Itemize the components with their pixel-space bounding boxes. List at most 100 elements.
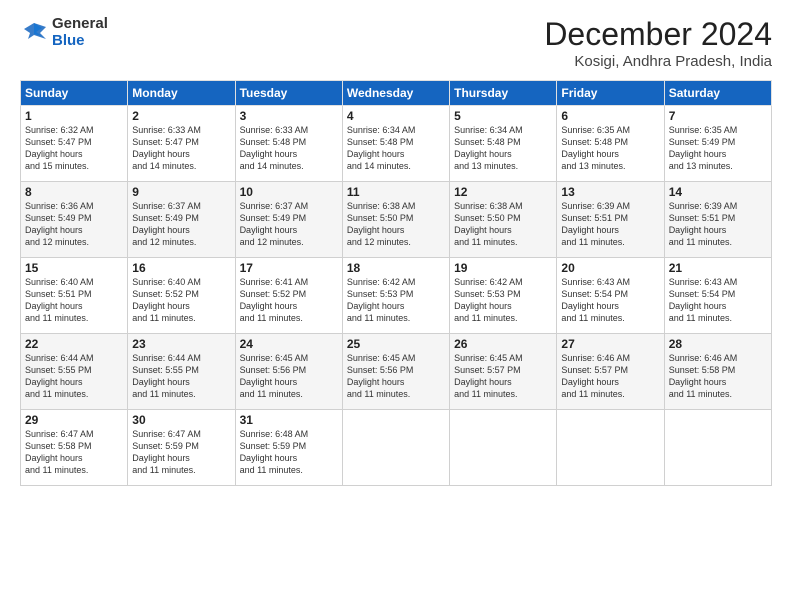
table-row: 24 Sunrise: 6:45 AMSunset: 5:56 PMDaylig… <box>235 334 342 410</box>
col-wednesday: Wednesday <box>342 81 449 106</box>
day-number: 1 <box>25 109 123 123</box>
col-thursday: Thursday <box>450 81 557 106</box>
logo-icon <box>20 19 48 47</box>
table-row: 20 Sunrise: 6:43 AMSunset: 5:54 PMDaylig… <box>557 258 664 334</box>
col-monday: Monday <box>128 81 235 106</box>
day-number: 26 <box>454 337 552 351</box>
table-row: 16 Sunrise: 6:40 AMSunset: 5:52 PMDaylig… <box>128 258 235 334</box>
day-number: 8 <box>25 185 123 199</box>
day-number: 28 <box>669 337 767 351</box>
table-row: 21 Sunrise: 6:43 AMSunset: 5:54 PMDaylig… <box>664 258 771 334</box>
table-row: 1 Sunrise: 6:32 AMSunset: 5:47 PMDayligh… <box>21 106 128 182</box>
day-number: 18 <box>347 261 445 275</box>
day-info: Sunrise: 6:43 AMSunset: 5:54 PMDaylight … <box>669 277 738 323</box>
day-info: Sunrise: 6:44 AMSunset: 5:55 PMDaylight … <box>25 353 94 399</box>
table-row: 25 Sunrise: 6:45 AMSunset: 5:56 PMDaylig… <box>342 334 449 410</box>
table-row: 23 Sunrise: 6:44 AMSunset: 5:55 PMDaylig… <box>128 334 235 410</box>
day-number: 20 <box>561 261 659 275</box>
table-row: 5 Sunrise: 6:34 AMSunset: 5:48 PMDayligh… <box>450 106 557 182</box>
table-row <box>342 410 449 486</box>
table-row: 10 Sunrise: 6:37 AMSunset: 5:49 PMDaylig… <box>235 182 342 258</box>
table-row: 2 Sunrise: 6:33 AMSunset: 5:47 PMDayligh… <box>128 106 235 182</box>
week-row-5: 29 Sunrise: 6:47 AMSunset: 5:58 PMDaylig… <box>21 410 772 486</box>
day-info: Sunrise: 6:47 AMSunset: 5:58 PMDaylight … <box>25 429 94 475</box>
day-number: 21 <box>669 261 767 275</box>
day-number: 2 <box>132 109 230 123</box>
week-row-4: 22 Sunrise: 6:44 AMSunset: 5:55 PMDaylig… <box>21 334 772 410</box>
day-number: 17 <box>240 261 338 275</box>
day-info: Sunrise: 6:43 AMSunset: 5:54 PMDaylight … <box>561 277 630 323</box>
day-info: Sunrise: 6:41 AMSunset: 5:52 PMDaylight … <box>240 277 309 323</box>
day-info: Sunrise: 6:46 AMSunset: 5:57 PMDaylight … <box>561 353 630 399</box>
table-row: 3 Sunrise: 6:33 AMSunset: 5:48 PMDayligh… <box>235 106 342 182</box>
table-row: 31 Sunrise: 6:48 AMSunset: 5:59 PMDaylig… <box>235 410 342 486</box>
day-number: 22 <box>25 337 123 351</box>
day-number: 13 <box>561 185 659 199</box>
table-row: 19 Sunrise: 6:42 AMSunset: 5:53 PMDaylig… <box>450 258 557 334</box>
table-row: 18 Sunrise: 6:42 AMSunset: 5:53 PMDaylig… <box>342 258 449 334</box>
table-row: 17 Sunrise: 6:41 AMSunset: 5:52 PMDaylig… <box>235 258 342 334</box>
col-friday: Friday <box>557 81 664 106</box>
day-info: Sunrise: 6:45 AMSunset: 5:56 PMDaylight … <box>240 353 309 399</box>
day-info: Sunrise: 6:39 AMSunset: 5:51 PMDaylight … <box>561 201 630 247</box>
day-number: 5 <box>454 109 552 123</box>
page: General Blue December 2024 Kosigi, Andhr… <box>0 0 792 612</box>
day-number: 4 <box>347 109 445 123</box>
table-row: 26 Sunrise: 6:45 AMSunset: 5:57 PMDaylig… <box>450 334 557 410</box>
day-number: 19 <box>454 261 552 275</box>
day-info: Sunrise: 6:42 AMSunset: 5:53 PMDaylight … <box>454 277 523 323</box>
table-row: 11 Sunrise: 6:38 AMSunset: 5:50 PMDaylig… <box>342 182 449 258</box>
day-number: 11 <box>347 185 445 199</box>
day-number: 31 <box>240 413 338 427</box>
table-row: 8 Sunrise: 6:36 AMSunset: 5:49 PMDayligh… <box>21 182 128 258</box>
day-info: Sunrise: 6:35 AMSunset: 5:48 PMDaylight … <box>561 125 630 171</box>
table-row <box>557 410 664 486</box>
day-info: Sunrise: 6:48 AMSunset: 5:59 PMDaylight … <box>240 429 309 475</box>
day-info: Sunrise: 6:37 AMSunset: 5:49 PMDaylight … <box>240 201 309 247</box>
day-info: Sunrise: 6:35 AMSunset: 5:49 PMDaylight … <box>669 125 738 171</box>
day-number: 30 <box>132 413 230 427</box>
table-row: 22 Sunrise: 6:44 AMSunset: 5:55 PMDaylig… <box>21 334 128 410</box>
header: General Blue December 2024 Kosigi, Andhr… <box>20 16 772 70</box>
day-number: 12 <box>454 185 552 199</box>
table-row: 7 Sunrise: 6:35 AMSunset: 5:49 PMDayligh… <box>664 106 771 182</box>
day-number: 29 <box>25 413 123 427</box>
day-number: 10 <box>240 185 338 199</box>
day-number: 15 <box>25 261 123 275</box>
week-row-3: 15 Sunrise: 6:40 AMSunset: 5:51 PMDaylig… <box>21 258 772 334</box>
col-tuesday: Tuesday <box>235 81 342 106</box>
day-number: 14 <box>669 185 767 199</box>
logo-general: General <box>52 16 108 33</box>
table-row: 14 Sunrise: 6:39 AMSunset: 5:51 PMDaylig… <box>664 182 771 258</box>
day-info: Sunrise: 6:39 AMSunset: 5:51 PMDaylight … <box>669 201 738 247</box>
table-row: 15 Sunrise: 6:40 AMSunset: 5:51 PMDaylig… <box>21 258 128 334</box>
day-number: 25 <box>347 337 445 351</box>
day-info: Sunrise: 6:40 AMSunset: 5:51 PMDaylight … <box>25 277 94 323</box>
table-row: 6 Sunrise: 6:35 AMSunset: 5:48 PMDayligh… <box>557 106 664 182</box>
day-number: 9 <box>132 185 230 199</box>
col-sunday: Sunday <box>21 81 128 106</box>
logo: General Blue <box>20 16 108 49</box>
logo-blue: Blue <box>52 33 108 50</box>
calendar-header-row: Sunday Monday Tuesday Wednesday Thursday… <box>21 81 772 106</box>
day-number: 27 <box>561 337 659 351</box>
table-row: 27 Sunrise: 6:46 AMSunset: 5:57 PMDaylig… <box>557 334 664 410</box>
day-info: Sunrise: 6:40 AMSunset: 5:52 PMDaylight … <box>132 277 201 323</box>
day-number: 7 <box>669 109 767 123</box>
day-number: 6 <box>561 109 659 123</box>
month-title: December 2024 <box>544 16 772 53</box>
day-info: Sunrise: 6:45 AMSunset: 5:57 PMDaylight … <box>454 353 523 399</box>
table-row <box>450 410 557 486</box>
day-info: Sunrise: 6:46 AMSunset: 5:58 PMDaylight … <box>669 353 738 399</box>
table-row: 28 Sunrise: 6:46 AMSunset: 5:58 PMDaylig… <box>664 334 771 410</box>
day-info: Sunrise: 6:38 AMSunset: 5:50 PMDaylight … <box>454 201 523 247</box>
day-number: 3 <box>240 109 338 123</box>
table-row: 30 Sunrise: 6:47 AMSunset: 5:59 PMDaylig… <box>128 410 235 486</box>
table-row: 29 Sunrise: 6:47 AMSunset: 5:58 PMDaylig… <box>21 410 128 486</box>
location: Kosigi, Andhra Pradesh, India <box>544 53 772 70</box>
day-info: Sunrise: 6:34 AMSunset: 5:48 PMDaylight … <box>454 125 523 171</box>
day-info: Sunrise: 6:37 AMSunset: 5:49 PMDaylight … <box>132 201 201 247</box>
day-info: Sunrise: 6:33 AMSunset: 5:47 PMDaylight … <box>132 125 201 171</box>
table-row: 4 Sunrise: 6:34 AMSunset: 5:48 PMDayligh… <box>342 106 449 182</box>
week-row-2: 8 Sunrise: 6:36 AMSunset: 5:49 PMDayligh… <box>21 182 772 258</box>
